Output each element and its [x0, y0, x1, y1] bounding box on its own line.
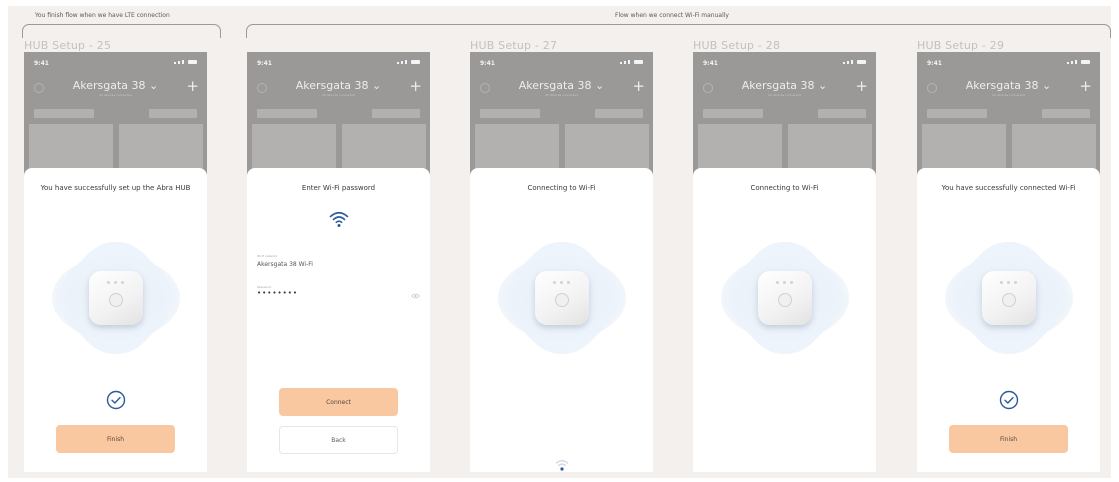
- background-chip: [34, 109, 94, 118]
- phone-screen-25: 9:41 Akersgata 38 ⌄ All devices connecte…: [24, 52, 207, 472]
- status-time: 9:41: [257, 60, 272, 67]
- plus-icon[interactable]: +: [1079, 79, 1092, 94]
- phone-screen-27: 9:41 Akersgata 38 ⌄ All devices connecte…: [470, 52, 653, 472]
- frame-title-28: HUB Setup - 28: [693, 39, 781, 52]
- hub-device-image: [88, 271, 143, 325]
- signal-battery-icon: [174, 60, 197, 64]
- sheet-title: Enter Wi-Fi password: [301, 184, 376, 192]
- status-bar: 9:41: [693, 52, 876, 70]
- background-chip: [595, 109, 643, 118]
- status-bar: 9:41: [917, 52, 1100, 70]
- chevron-down-icon: ⌄: [818, 79, 828, 92]
- background-card: [342, 124, 426, 169]
- location-title[interactable]: Akersgata 38 ⌄: [693, 79, 876, 92]
- status-time: 9:41: [480, 60, 495, 67]
- bottom-sheet: You have successfully set up the Abra HU…: [24, 168, 207, 472]
- location-subtitle: All devices connected: [545, 93, 578, 97]
- status-bar: 9:41: [24, 52, 207, 70]
- background-card: [1012, 124, 1096, 169]
- status-time: 9:41: [703, 60, 718, 67]
- background-card: [29, 124, 113, 169]
- frame-title-27: HUB Setup - 27: [470, 39, 558, 52]
- sheet-title: You have successfully connected Wi-Fi: [941, 184, 1076, 192]
- background-chip: [480, 109, 540, 118]
- plus-icon[interactable]: +: [855, 79, 868, 94]
- wifi-network-label: Wi-Fi network: [257, 254, 278, 258]
- background-chip: [372, 109, 420, 118]
- location-subtitle: All devices connected: [322, 93, 355, 97]
- background-card: [922, 124, 1006, 169]
- lte-flow-bracket: [22, 24, 221, 38]
- bottom-sheet: Connecting to Wi-Fi: [470, 168, 653, 472]
- status-time: 9:41: [34, 60, 49, 67]
- phone-screen-26: 9:41 Akersgata 38 ⌄ All devices connecte…: [247, 52, 430, 472]
- status-bar: 9:41: [470, 52, 653, 70]
- plus-icon[interactable]: +: [632, 79, 645, 94]
- bottom-sheet: Enter Wi-Fi password Wi-Fi network Akers…: [247, 168, 430, 472]
- bottom-sheet: You have successfully connected Wi-Fi Fi…: [917, 168, 1100, 472]
- finish-button[interactable]: Finish: [949, 425, 1068, 453]
- connect-button[interactable]: Connect: [279, 388, 398, 416]
- wifi-network-field[interactable]: Akersgata 38 Wi-Fi: [257, 261, 313, 268]
- chevron-down-icon: ⌄: [372, 79, 382, 92]
- eye-icon[interactable]: [411, 293, 420, 299]
- check-circle-icon: [106, 390, 125, 410]
- password-field[interactable]: ••••••••: [257, 289, 298, 297]
- signal-battery-icon: [620, 60, 643, 64]
- phone-screen-29: 9:41 Akersgata 38 ⌄ All devices connecte…: [917, 52, 1100, 472]
- frame-title-25: HUB Setup - 25: [24, 39, 112, 52]
- background-card: [252, 124, 336, 169]
- plus-icon[interactable]: +: [409, 79, 422, 94]
- manual-flow-caption: Flow when we connect Wi-Fi manually: [615, 12, 729, 19]
- status-time: 9:41: [927, 60, 942, 67]
- hub-device-image: [981, 271, 1036, 325]
- chevron-down-icon: ⌄: [595, 79, 605, 92]
- location-title[interactable]: Akersgata 38 ⌄: [247, 79, 430, 92]
- background-chip: [257, 109, 317, 118]
- signal-battery-icon: [843, 60, 866, 64]
- background-card: [698, 124, 782, 169]
- location-title[interactable]: Akersgata 38 ⌄: [917, 79, 1100, 92]
- finish-button[interactable]: Finish: [56, 425, 175, 453]
- hub-device-image: [534, 271, 589, 325]
- plus-icon[interactable]: +: [186, 79, 199, 94]
- background-chip: [818, 109, 866, 118]
- sheet-title: Connecting to Wi-Fi: [750, 184, 819, 192]
- background-card: [475, 124, 559, 169]
- location-subtitle: All devices connected: [99, 93, 132, 97]
- lte-flow-caption: You finish flow when we have LTE connect…: [35, 12, 170, 19]
- chevron-down-icon: ⌄: [1042, 79, 1052, 92]
- check-circle-icon: [999, 390, 1018, 410]
- location-subtitle: All devices connected: [992, 93, 1025, 97]
- back-button[interactable]: Back: [279, 426, 398, 454]
- background-card: [788, 124, 872, 169]
- signal-battery-icon: [1067, 60, 1090, 64]
- sheet-title: You have successfully set up the Abra HU…: [40, 184, 191, 192]
- background-card: [565, 124, 649, 169]
- signal-battery-icon: [397, 60, 420, 64]
- chevron-down-icon: ⌄: [149, 79, 159, 92]
- location-title[interactable]: Akersgata 38 ⌄: [470, 79, 653, 92]
- frame-title-29: HUB Setup - 29: [917, 39, 1005, 52]
- phone-screen-28: 9:41 Akersgata 38 ⌄ All devices connecte…: [693, 52, 876, 472]
- background-card: [119, 124, 203, 169]
- hub-device-image: [757, 271, 812, 325]
- background-chip: [703, 109, 763, 118]
- location-title[interactable]: Akersgata 38 ⌄: [24, 79, 207, 92]
- status-bar: 9:41: [247, 52, 430, 70]
- sheet-title: Connecting to Wi-Fi: [527, 184, 596, 192]
- background-chip: [149, 109, 197, 118]
- bottom-sheet: Connecting to Wi-Fi: [693, 168, 876, 472]
- location-subtitle: All devices connected: [768, 93, 801, 97]
- background-chip: [1042, 109, 1090, 118]
- background-chip: [927, 109, 987, 118]
- wifi-loading-icon: [555, 460, 568, 471]
- wifi-icon: [329, 211, 348, 227]
- manual-flow-bracket: [246, 24, 1111, 38]
